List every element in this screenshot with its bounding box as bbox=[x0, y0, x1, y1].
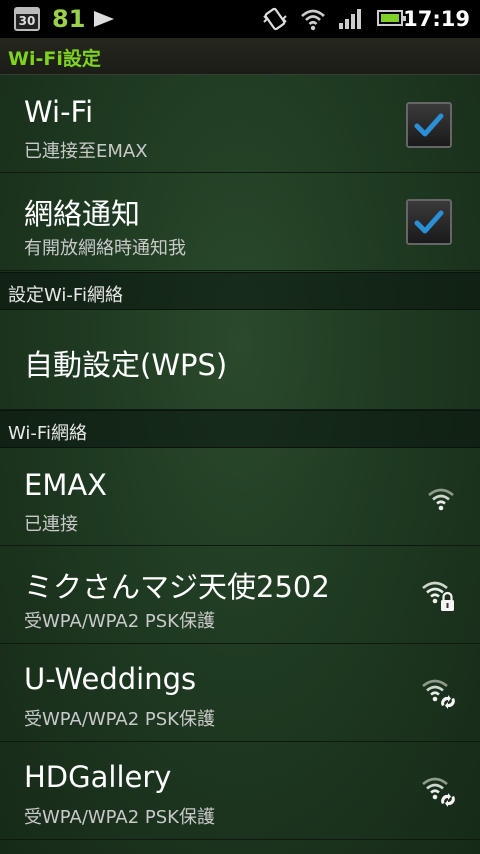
media-play-icon bbox=[94, 11, 114, 27]
wifi-toggle-row[interactable]: Wi-Fi 已連接至EMAX bbox=[0, 75, 480, 173]
signal-icon bbox=[339, 9, 361, 29]
wifi-wps-icon bbox=[422, 777, 455, 807]
network-item[interactable]: HDGallery 受WPA/WPA2 PSK保護 bbox=[0, 742, 480, 840]
title-bar: Wi-Fi設定 bbox=[0, 38, 480, 75]
checkmark-icon bbox=[414, 210, 444, 234]
battery-icon bbox=[377, 10, 406, 26]
wifi-toggle-summary: 已連接至EMAX bbox=[24, 141, 148, 162]
wifi-checkbox[interactable] bbox=[406, 102, 452, 148]
clock: 17:19 bbox=[403, 7, 470, 31]
network-notification-summary: 有開放網絡時通知我 bbox=[24, 238, 186, 259]
section-header-networks-label: Wi-Fi網絡 bbox=[8, 423, 87, 444]
calendar-icon: 30 bbox=[14, 7, 40, 31]
network-ssid: ミクさんマジ天使2502 bbox=[24, 570, 330, 604]
network-ssid: EMAX bbox=[24, 468, 108, 502]
network-item[interactable]: ミクさんマジ天使2502 受WPA/WPA2 PSK保護 bbox=[0, 546, 480, 644]
wifi-signal-icon bbox=[428, 488, 454, 511]
wps-title: 自動設定(WPS) bbox=[24, 348, 228, 382]
network-status: 已連接 bbox=[24, 514, 78, 535]
status-bar: 30 81 17:19 bbox=[0, 0, 480, 38]
wps-row[interactable]: 自動設定(WPS) bbox=[0, 310, 480, 410]
calendar-day: 30 bbox=[18, 14, 36, 28]
battery-level-text: 81 bbox=[52, 5, 86, 33]
page-title: Wi-Fi設定 bbox=[8, 48, 101, 70]
vibrate-icon bbox=[263, 7, 287, 31]
section-header-setup: 設定Wi-Fi網絡 bbox=[0, 272, 480, 310]
wifi-locked-icon bbox=[422, 581, 454, 611]
wifi-icon bbox=[301, 9, 325, 31]
section-header-setup-label: 設定Wi-Fi網絡 bbox=[8, 285, 123, 306]
network-notification-checkbox[interactable] bbox=[406, 199, 452, 245]
wifi-wps-icon bbox=[422, 679, 455, 709]
network-status: 受WPA/WPA2 PSK保護 bbox=[24, 807, 215, 828]
network-notification-row[interactable]: 網絡通知 有開放網絡時通知我 bbox=[0, 173, 480, 271]
network-ssid: U-Weddings bbox=[24, 662, 197, 696]
network-item[interactable]: EMAX 已連接 bbox=[0, 448, 480, 546]
checkmark-icon bbox=[414, 113, 444, 137]
network-ssid: HDGallery bbox=[24, 760, 172, 794]
network-item[interactable]: U-Weddings 受WPA/WPA2 PSK保護 bbox=[0, 644, 480, 742]
network-status: 受WPA/WPA2 PSK保護 bbox=[24, 611, 215, 632]
wifi-toggle-title: Wi-Fi bbox=[24, 95, 94, 129]
network-status: 受WPA/WPA2 PSK保護 bbox=[24, 709, 215, 730]
section-header-networks: Wi-Fi網絡 bbox=[0, 410, 480, 448]
network-notification-title: 網絡通知 bbox=[24, 197, 141, 231]
